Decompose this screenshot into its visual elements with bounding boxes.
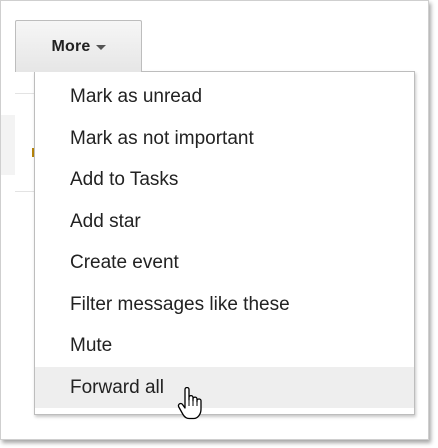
chevron-down-icon: [95, 45, 106, 50]
screenshot-frame: More Mark as unread Mark as not importan…: [0, 0, 429, 440]
menu-item-filter-messages[interactable]: Filter messages like these: [35, 284, 414, 326]
more-button-label: More: [51, 37, 91, 55]
menu-item-mark-as-not-important[interactable]: Mark as not important: [35, 118, 414, 160]
menu-item-mute[interactable]: Mute: [35, 325, 414, 367]
menu-item-mark-as-unread[interactable]: Mark as unread: [35, 76, 414, 118]
menu-item-add-star[interactable]: Add star: [35, 201, 414, 243]
more-actions-menu: Mark as unread Mark as not important Add…: [34, 71, 415, 415]
menu-item-forward-all[interactable]: Forward all: [35, 366, 414, 408]
background-strip: [1, 115, 15, 175]
menu-item-create-event[interactable]: Create event: [35, 242, 414, 284]
menu-item-add-to-tasks[interactable]: Add to Tasks: [35, 159, 414, 201]
more-button[interactable]: More: [15, 20, 142, 72]
